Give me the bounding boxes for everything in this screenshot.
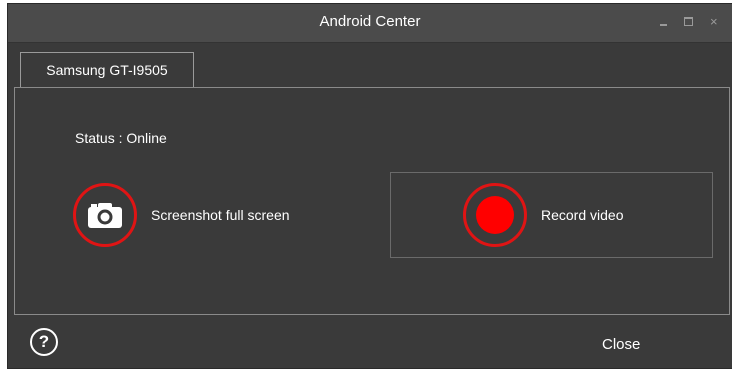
- record-label: Record video: [541, 207, 624, 223]
- window-title: Android Center: [319, 13, 421, 30]
- screenshot-button[interactable]: Screenshot full screen: [73, 180, 290, 250]
- minimize-icon: [660, 24, 667, 26]
- maximize-button[interactable]: [684, 14, 693, 29]
- tab-samsung-gt-i9505[interactable]: Samsung GT-I9505: [20, 52, 194, 87]
- help-icon[interactable]: ?: [30, 328, 58, 356]
- record-video-button[interactable]: Record video: [390, 172, 713, 258]
- tab-strip: Samsung GT-I9505: [14, 50, 732, 88]
- status-text: Status : Online: [75, 130, 167, 146]
- close-button[interactable]: Close: [602, 336, 640, 353]
- minimize-button[interactable]: [660, 12, 667, 29]
- maximize-icon: [684, 17, 693, 26]
- app-window: Android Center × Samsung GT-I9505 Status…: [8, 4, 732, 368]
- device-panel: Status : Online Screenshot full screen R…: [14, 87, 730, 315]
- camera-icon: [88, 203, 122, 228]
- title-bar[interactable]: Android Center ×: [8, 4, 732, 43]
- record-icon: [476, 196, 514, 234]
- screenshot-ring: [73, 183, 137, 247]
- screenshot-label: Screenshot full screen: [151, 207, 290, 223]
- close-window-button[interactable]: ×: [710, 14, 718, 29]
- record-ring: [463, 183, 527, 247]
